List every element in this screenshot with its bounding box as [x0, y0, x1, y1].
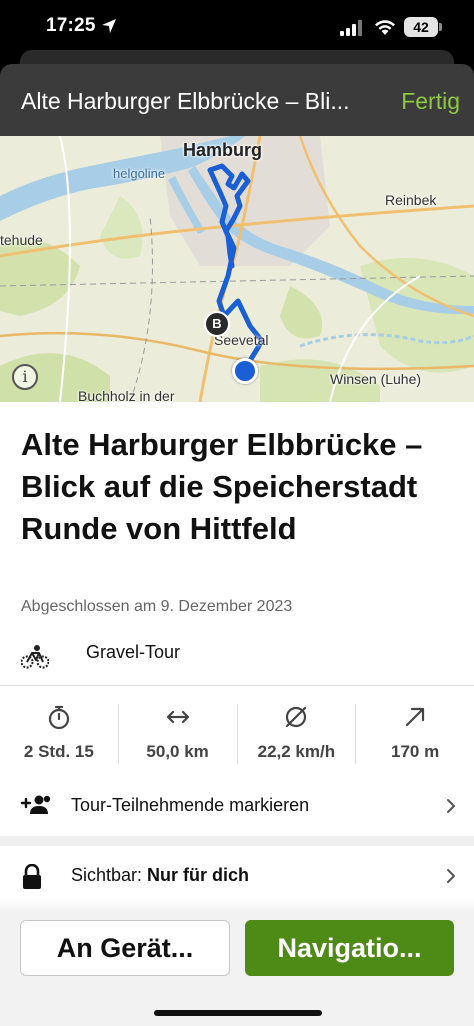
stat-distance-value: 50,0 km	[146, 742, 209, 761]
section-divider	[0, 836, 474, 846]
route-map[interactable]: Hamburg helgoline Reinbek tehude Seeveta…	[0, 136, 474, 402]
visibility-row[interactable]: Sichtbar: Nur für dich	[0, 848, 474, 904]
cellular-signal-icon	[340, 20, 362, 36]
stat-speed: 22,2 km/h	[236, 704, 356, 764]
map-label-winsen: Winsen (Luhe)	[330, 371, 422, 387]
chevron-right-icon	[447, 869, 455, 883]
battery-indicator: 42	[404, 17, 438, 37]
home-indicator[interactable]	[154, 1010, 322, 1016]
header-title: Alte Harburger Elbbrücke – Bli...	[21, 88, 350, 114]
route-start-marker[interactable]	[232, 358, 258, 384]
stat-duration: 2 Std. 15	[0, 704, 118, 764]
wifi-icon	[375, 20, 395, 35]
status-bar: 17:25 42	[0, 0, 474, 54]
lock-icon	[23, 864, 41, 889]
bottom-action-bar: An Gerät... Navigatio...	[0, 910, 474, 1026]
stat-elevation-value: 170 m	[391, 742, 440, 761]
map-label-reinbek: Reinbek	[385, 192, 437, 208]
average-speed-icon	[286, 706, 307, 728]
tag-participants-label: Tour-Teilnehmende markieren	[71, 795, 310, 815]
map-info-icon[interactable]: i	[12, 364, 38, 390]
visibility-label: Sichtbar: Nur für dich	[71, 865, 249, 886]
visibility-value: Nur für dich	[147, 865, 250, 885]
stat-duration-value: 2 Std. 15	[23, 742, 94, 761]
map-label-hamburg: Hamburg	[183, 140, 263, 160]
stat-elevation: 170 m	[355, 704, 474, 764]
stat-speed-value: 22,2 km/h	[257, 742, 336, 761]
map-label-buchholz: Buchholz in der	[78, 388, 175, 402]
stopwatch-icon	[48, 705, 69, 730]
chevron-right-icon	[447, 799, 455, 813]
distance-icon	[166, 710, 189, 724]
send-to-device-button[interactable]: An Gerät...	[20, 920, 230, 976]
tour-details: Alte Harburger Elbbrücke – Blick auf die…	[0, 402, 474, 912]
tour-title: Alte Harburger Elbbrücke – Blick auf die…	[21, 427, 423, 546]
visibility-prefix: Sichtbar:	[71, 865, 148, 885]
stat-distance: 50,0 km	[117, 704, 237, 764]
modal-header: Alte Harburger Elbbrücke – Bli... Fertig	[0, 64, 474, 136]
battery-tip	[439, 23, 442, 31]
status-time: 17:25	[46, 15, 96, 36]
location-arrow-icon	[102, 19, 116, 33]
start-navigation-button[interactable]: Navigatio...	[245, 920, 454, 976]
route-end-marker[interactable]: B	[204, 311, 230, 337]
add-person-icon	[20, 795, 51, 814]
map-label-hude: tehude	[0, 232, 43, 248]
tour-stats: 2 Std. 15 50,0 km 22,2 km/h 170 m	[0, 688, 474, 778]
elevation-up-icon	[406, 707, 425, 727]
map-label-helgoline: helgoline	[113, 166, 166, 181]
gravel-bike-icon	[21, 645, 49, 669]
tour-completed-date: Abgeschlossen am 9. Dezember 2023	[21, 598, 293, 615]
sport-type-label: Gravel-Tour	[86, 642, 181, 662]
done-button[interactable]: Fertig	[401, 88, 460, 115]
tag-participants-row[interactable]: Tour-Teilnehmende markieren	[0, 778, 474, 834]
sport-type-row: Gravel-Tour	[0, 630, 474, 686]
